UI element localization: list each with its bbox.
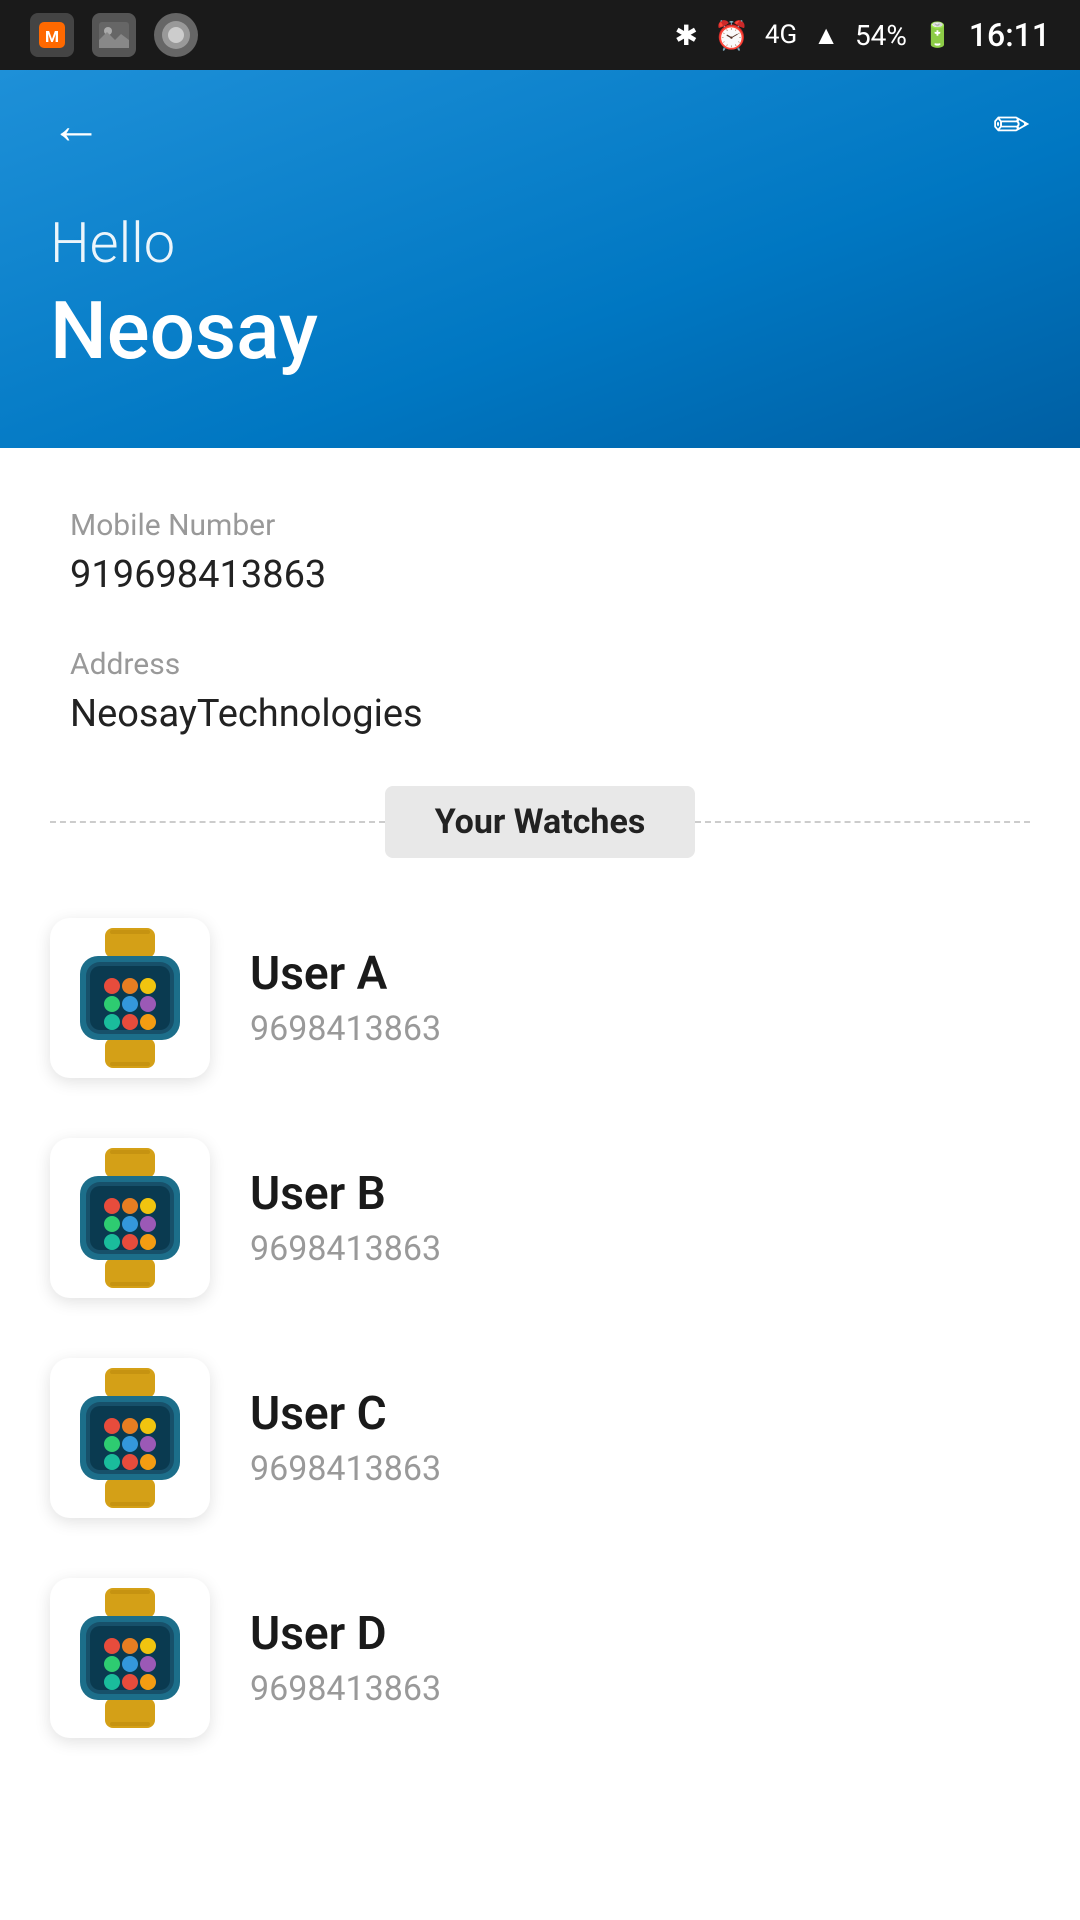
status-bar: M ✱ ⏰ 4G ▲ 54% 🔋 16:11 [0, 0, 1080, 70]
status-bar-right-icons: ✱ ⏰ 4G ▲ 54% 🔋 16:11 [675, 16, 1050, 54]
watch-phone: 9698413863 [250, 1449, 1030, 1489]
gallery-icon [92, 13, 136, 57]
profile-section: Mobile Number 919698413863 Address Neosa… [0, 448, 1080, 736]
watch-avatar [50, 918, 210, 1078]
assistant-icon [154, 13, 198, 57]
watch-info: User C 9698413863 [250, 1387, 1030, 1489]
watch-info: User B 9698413863 [250, 1167, 1030, 1269]
watch-username: User A [250, 947, 1030, 1001]
watch-phone: 9698413863 [250, 1229, 1030, 1269]
alarm-icon: ⏰ [714, 19, 749, 52]
watch-item[interactable]: User A 9698413863 [50, 918, 1030, 1078]
divider-label-wrap: Your Watches [385, 786, 696, 858]
greeting-text: Hello [50, 210, 1030, 276]
back-button[interactable]: ← [50, 95, 102, 156]
watch-list: User A 9698413863 [0, 918, 1080, 1738]
mobile-value: 919698413863 [70, 553, 1010, 597]
watch-item[interactable]: User B 9698413863 [50, 1138, 1030, 1298]
watch-info: User A 9698413863 [250, 947, 1030, 1049]
watch-phone: 9698413863 [250, 1009, 1030, 1049]
status-bar-left-icons: M [30, 13, 198, 57]
divider-right [695, 821, 1030, 823]
mi-icon: M [30, 13, 74, 57]
watch-item[interactable]: User C 9698413863 [50, 1358, 1030, 1518]
bluetooth-icon: ✱ [675, 19, 698, 52]
header-top: ← ✏ [50, 70, 1030, 180]
header: ← ✏ Hello Neosay [0, 70, 1080, 448]
mobile-label: Mobile Number [70, 508, 1010, 543]
network-label: 4G [765, 20, 797, 50]
watches-section-divider: Your Watches [50, 786, 1030, 858]
divider-left [50, 821, 385, 823]
address-label: Address [70, 647, 1010, 682]
watches-section-label: Your Watches [435, 802, 646, 842]
battery-label: 54% [855, 19, 907, 52]
watch-avatar [50, 1578, 210, 1738]
edit-button[interactable]: ✏ [993, 99, 1030, 151]
watch-avatar [50, 1358, 210, 1518]
watch-info: User D 9698413863 [250, 1607, 1030, 1709]
battery-icon: 🔋 [923, 21, 953, 49]
svg-text:M: M [45, 27, 59, 46]
watch-item[interactable]: User D 9698413863 [50, 1578, 1030, 1738]
watch-phone: 9698413863 [250, 1669, 1030, 1709]
watch-username: User C [250, 1387, 1030, 1441]
watch-username: User D [250, 1607, 1030, 1661]
address-value: NeosayTechnologies [70, 692, 1010, 736]
signal-icon: ▲ [813, 20, 839, 51]
username-text: Neosay [50, 284, 1030, 378]
watch-avatar [50, 1138, 210, 1298]
watch-username: User B [250, 1167, 1030, 1221]
status-time: 16:11 [969, 16, 1050, 54]
